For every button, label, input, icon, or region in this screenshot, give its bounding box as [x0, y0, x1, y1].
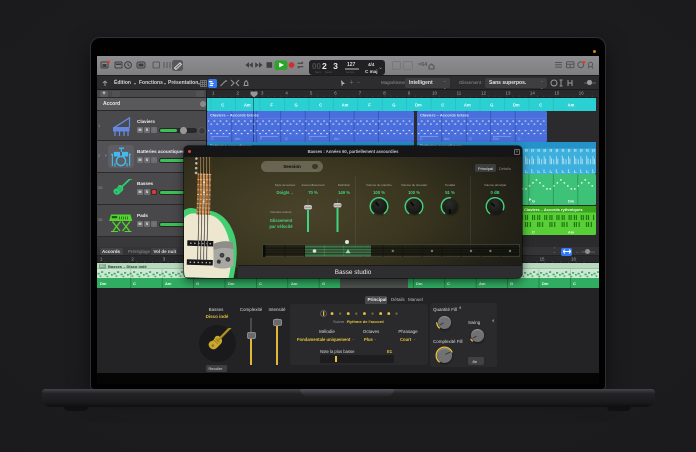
svg-text:10: 10	[432, 91, 437, 96]
svg-text:Dm: Dm	[416, 281, 423, 286]
svg-text:Claviers – Accords brisés: Claviers – Accords brisés	[420, 112, 470, 117]
svg-text:Claviers – Accords rythmiques: Claviers – Accords rythmiques	[524, 207, 583, 212]
svg-text:C: C	[573, 281, 576, 286]
svg-text:11: 11	[457, 91, 462, 96]
svg-text:Am: Am	[291, 281, 298, 286]
svg-text:C: C	[441, 102, 444, 107]
svg-text:G: G	[294, 102, 297, 107]
svg-text:G: G	[469, 137, 472, 141]
svg-text:F: F	[368, 102, 371, 107]
svg-text:Dm: Dm	[228, 281, 235, 286]
svg-text:C: C	[447, 281, 450, 286]
svg-text:15: 15	[540, 257, 545, 262]
svg-text:Dm: Dm	[415, 102, 422, 107]
svg-text:Am: Am	[235, 137, 240, 141]
svg-text:C: C	[259, 281, 262, 286]
svg-text:C: C	[420, 137, 423, 141]
svg-text:15: 15	[554, 91, 559, 96]
svg-text:C: C	[319, 102, 322, 107]
svg-text:C: C	[221, 102, 224, 107]
svg-text:C: C	[518, 137, 521, 141]
svg-text:C: C	[532, 230, 535, 234]
svg-text:Am: Am	[568, 230, 575, 234]
svg-text:C: C	[309, 137, 312, 141]
svg-text:G: G	[322, 281, 325, 286]
svg-text:Dm: Dm	[568, 200, 575, 204]
svg-text:Dm: Dm	[513, 102, 520, 107]
svg-text:Am: Am	[464, 102, 471, 107]
svg-text:Dm: Dm	[542, 281, 549, 286]
svg-text:G: G	[532, 200, 535, 204]
svg-text:Am: Am	[342, 102, 349, 107]
svg-text:Am: Am	[334, 137, 339, 141]
svg-text:Dm: Dm	[100, 281, 107, 286]
svg-text:13: 13	[506, 91, 511, 96]
svg-text:F: F	[270, 102, 273, 107]
svg-text:C: C	[539, 102, 542, 107]
svg-text:12: 12	[481, 91, 486, 96]
svg-text:Am: Am	[568, 102, 575, 107]
svg-text:C: C	[133, 281, 136, 286]
svg-text:Am: Am	[444, 137, 449, 141]
svg-text:G: G	[196, 281, 199, 286]
svg-text:16: 16	[579, 91, 584, 96]
svg-text:G: G	[490, 102, 493, 107]
svg-text:Am: Am	[244, 102, 251, 107]
svg-text:G: G	[392, 102, 395, 107]
svg-text:Am: Am	[165, 281, 172, 286]
svg-text:C: C	[211, 137, 214, 141]
svg-text:Dm: Dm	[493, 137, 499, 141]
svg-text:14: 14	[530, 91, 535, 96]
svg-text:G: G	[510, 281, 513, 286]
svg-text:16: 16	[571, 257, 576, 262]
svg-text:Am: Am	[479, 281, 486, 286]
svg-text:G: G	[285, 137, 288, 141]
